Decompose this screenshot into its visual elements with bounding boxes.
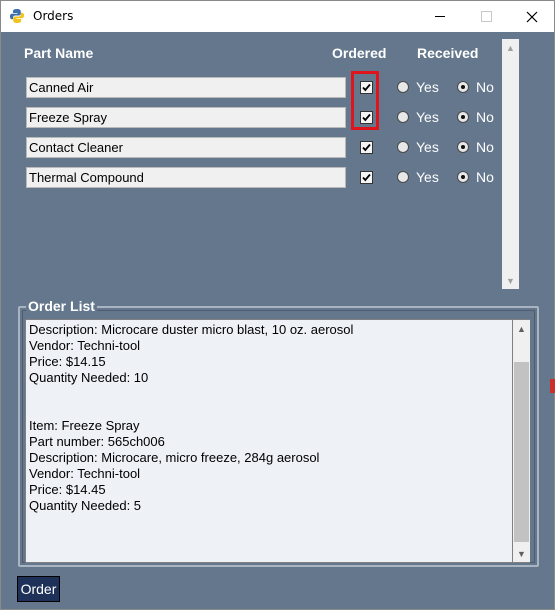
order-line: Price: $14.45 [29,482,106,497]
received-no-radio[interactable] [457,141,469,153]
part-name-field[interactable]: Thermal Compound [26,167,346,188]
scroll-thumb[interactable] [514,362,529,542]
part-row: Thermal Compound Yes No [1,167,501,189]
received-yes-radio[interactable] [397,141,409,153]
received-no-label: No [476,139,494,155]
minimize-icon [434,16,445,17]
order-line: Vendor: Techni-tool [29,466,141,481]
order-line: Price: $14.15 [29,354,106,369]
parts-scrollbar[interactable]: ▲ ▼ [502,39,519,289]
python-icon [10,9,24,23]
title-bar: Orders [1,1,554,32]
received-no-label: No [476,109,494,125]
received-yes-radio[interactable] [397,81,409,93]
order-line: Description: Microcare, micro freeze, 28… [29,450,320,465]
orders-window: Orders Part Name Ordered Received Canned… [0,0,555,610]
scroll-up-icon[interactable]: ▲ [513,320,530,337]
header-received: Received [417,45,479,61]
ordered-checkbox[interactable] [360,171,373,184]
received-no-label: No [476,169,494,185]
background-window-edge [550,379,555,393]
order-list-scrollbar[interactable]: ▲ ▼ [513,319,530,563]
checkmark-icon [362,173,371,182]
order-list-title: Order List [26,298,97,314]
received-yes-label: Yes [416,79,439,95]
close-button[interactable] [509,1,555,32]
part-name-field[interactable]: Freeze Spray [26,107,346,128]
order-button[interactable]: Order [17,576,60,602]
part-name-field[interactable]: Canned Air [26,77,346,98]
received-no-radio[interactable] [457,81,469,93]
received-yes-label: Yes [416,109,439,125]
part-row: Canned Air Yes No [1,77,501,99]
maximize-button[interactable] [463,1,509,32]
part-row: Freeze Spray Yes No [1,107,501,129]
minimize-button[interactable] [417,1,463,32]
scroll-up-icon[interactable]: ▲ [502,39,519,56]
order-line: Quantity Needed: 5 [29,498,142,513]
received-no-label: No [476,79,494,95]
part-row: Contact Cleaner Yes No [1,137,501,159]
received-no-radio[interactable] [457,171,469,183]
part-name-field[interactable]: Contact Cleaner [26,137,346,158]
order-line [29,386,509,402]
order-line: Item: Freeze Spray [29,418,140,433]
highlight-box [351,71,379,130]
checkmark-icon [362,143,371,152]
scroll-down-icon[interactable]: ▼ [513,545,530,562]
received-yes-radio[interactable] [397,111,409,123]
order-line: Part number: 565ch006 [29,434,165,449]
order-line: Quantity Needed: 10 [29,370,149,385]
order-list-textbox[interactable]: Description: Microcare duster micro blas… [25,319,513,563]
maximize-icon [480,11,492,22]
scroll-down-icon[interactable]: ▼ [502,272,519,289]
header-ordered: Ordered [332,45,387,61]
order-line: Vendor: Techni-tool [29,338,141,353]
window-title: Orders [33,9,74,23]
received-yes-radio[interactable] [397,171,409,183]
header-part-name: Part Name [24,45,94,61]
received-no-radio[interactable] [457,111,469,123]
ordered-checkbox[interactable] [360,141,373,154]
order-line: Description: Microcare duster micro blas… [29,322,354,337]
close-icon [526,11,538,22]
order-line [29,402,509,418]
received-yes-label: Yes [416,139,439,155]
received-yes-label: Yes [416,169,439,185]
